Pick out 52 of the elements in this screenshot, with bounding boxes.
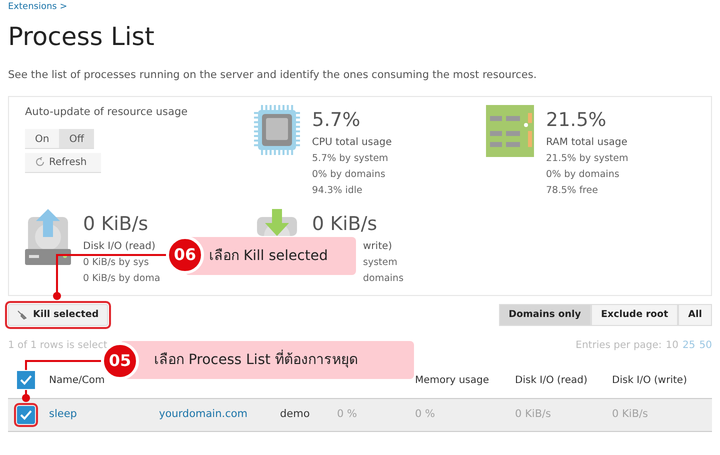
column-header: Disk I/O (write) (612, 374, 688, 388)
stat-detail: 21.5% by system (546, 152, 628, 166)
hard-drive-download-icon (254, 209, 300, 236)
step-number-badge: 06 (166, 236, 204, 274)
table-cell: demo (280, 408, 310, 420)
processor-icon (254, 105, 300, 155)
kill-selected-button[interactable]: Kill selected (8, 304, 108, 326)
stat-detail: system (362, 256, 398, 270)
row-checkbox[interactable] (17, 406, 35, 424)
stat-label: RAM total usage (546, 136, 628, 150)
refresh-button[interactable]: Refresh (25, 152, 101, 173)
stat-detail: 0% by domains (546, 168, 620, 182)
toggle-option[interactable]: Off (59, 128, 94, 149)
stat-value: 21.5% (546, 109, 608, 131)
filter-tab[interactable]: Exclude root (591, 304, 678, 326)
broom-icon (17, 310, 27, 320)
page-description: See the list of processes running on the server and identify the ones consuming the most resources. (8, 68, 538, 82)
table-link[interactable]: sleep (49, 408, 77, 420)
column-header: Disk I/O (read) (515, 374, 588, 388)
leader-dot (53, 292, 61, 300)
column-header: Name/Com (49, 374, 106, 388)
leader-dot (22, 394, 30, 402)
table-cell: 0 KiB/s (515, 408, 552, 420)
table-cell: 0 KiB/s (612, 408, 648, 420)
entries-label: Entries per page: (576, 340, 662, 351)
stat-detail: domains (362, 272, 404, 286)
stat-detail: 0% by domains (312, 168, 386, 182)
filter-tab[interactable]: Domains only (498, 304, 592, 326)
filter-tab[interactable]: All (678, 304, 712, 326)
toggle-option[interactable]: On (25, 128, 60, 149)
page-title: Process List (8, 21, 156, 53)
table-link[interactable]: yourdomain.com (159, 408, 248, 420)
stat-detail: 78.5% free (546, 184, 599, 198)
table-cell: 0 % (337, 408, 357, 420)
breadcrumb-link[interactable]: Extensions > (8, 0, 712, 16)
stat-detail: 94.3% idle (312, 184, 364, 198)
stat-label: Disk I/O (read) (83, 240, 156, 254)
selection-status: 1 of 1 rows is select (8, 339, 108, 353)
stat-value: 0 KiB/s (312, 213, 378, 235)
stat-detail: 0 KiB/s by sys (83, 256, 150, 270)
column-header: Memory usage (415, 374, 490, 388)
stat-detail: 5.7% by system (312, 152, 390, 166)
stat-value: 0 KiB/s (83, 213, 150, 235)
stat-label: CPU total usage (312, 136, 392, 150)
hard-drive-upload-icon (25, 209, 71, 265)
stat-value: 5.7% (312, 109, 362, 131)
auto-update-label: Auto-update of resource usage (25, 105, 189, 120)
memory-module-icon (486, 105, 534, 157)
table-cell: 0 % (415, 408, 435, 420)
refresh-icon (35, 157, 45, 168)
stat-detail: 0 KiB/s by doma (83, 272, 160, 286)
select-all-checkbox[interactable] (17, 371, 35, 389)
